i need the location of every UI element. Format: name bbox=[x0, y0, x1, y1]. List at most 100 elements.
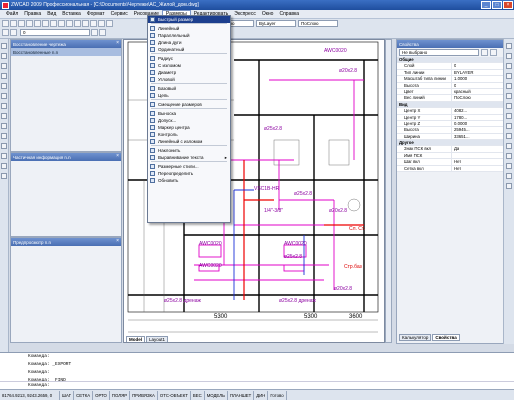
polar-toggle[interactable]: ПОЛЯР bbox=[110, 390, 131, 400]
property-value[interactable]: Нет bbox=[452, 159, 461, 164]
ortho-toggle[interactable]: ОРТО bbox=[93, 390, 110, 400]
menu-window[interactable]: Окно bbox=[259, 11, 277, 17]
extend-icon[interactable] bbox=[506, 143, 512, 149]
circle-icon[interactable] bbox=[1, 73, 7, 79]
explode-icon[interactable] bbox=[506, 183, 512, 189]
close-icon[interactable]: × bbox=[116, 40, 119, 46]
drawing-scrollbar[interactable] bbox=[385, 39, 392, 343]
menu-item[interactable]: Выравнивание текста ▸ bbox=[148, 154, 230, 161]
layer-manager-icon[interactable] bbox=[2, 29, 9, 36]
tab-layout1[interactable]: Layout1 bbox=[146, 336, 169, 342]
offset-icon[interactable] bbox=[506, 73, 512, 79]
maximize-button[interactable]: □ bbox=[492, 1, 502, 9]
hatch-icon[interactable] bbox=[1, 143, 7, 149]
linetype-combo[interactable]: ByLayer bbox=[256, 20, 296, 27]
menu-item[interactable]: Быстрый размер bbox=[148, 16, 230, 23]
property-value[interactable]: ПоСлою bbox=[452, 95, 471, 100]
menu-item[interactable]: Контроль bbox=[148, 131, 230, 138]
spline-icon[interactable] bbox=[1, 103, 7, 109]
quick-select-icon[interactable] bbox=[481, 49, 488, 56]
property-row[interactable]: Сетка вкл Нет bbox=[397, 165, 513, 173]
command-input[interactable]: Команда: bbox=[0, 381, 514, 389]
menu-item[interactable]: С изломом bbox=[148, 62, 230, 69]
dyn-toggle[interactable]: ДИН bbox=[254, 390, 269, 400]
stretch-icon[interactable] bbox=[506, 123, 512, 129]
mtext-icon[interactable] bbox=[1, 173, 7, 179]
text-icon[interactable] bbox=[1, 163, 7, 169]
close-icon[interactable]: × bbox=[116, 153, 119, 159]
fillet-icon[interactable] bbox=[506, 173, 512, 179]
scale-icon[interactable] bbox=[506, 113, 512, 119]
menu-item[interactable]: Линейный bbox=[148, 25, 230, 32]
pan-icon[interactable] bbox=[74, 20, 81, 27]
snap-toggle[interactable]: ШАГ bbox=[60, 390, 75, 400]
menu-view[interactable]: Вид bbox=[44, 11, 59, 17]
property-value[interactable]: 4082... bbox=[452, 108, 467, 113]
tab-properties[interactable]: Свойства bbox=[432, 334, 460, 341]
polygon-icon[interactable] bbox=[1, 93, 7, 99]
property-value[interactable]: BYLAYER bbox=[452, 70, 474, 75]
layer-state-icon[interactable] bbox=[10, 29, 17, 36]
move-icon[interactable] bbox=[506, 93, 512, 99]
array-icon[interactable] bbox=[506, 83, 512, 89]
open-icon[interactable] bbox=[10, 20, 17, 27]
region-icon[interactable] bbox=[1, 153, 7, 159]
close-icon[interactable]: × bbox=[116, 238, 119, 244]
model-toggle[interactable]: МОДЕЛЬ bbox=[205, 390, 228, 400]
property-value[interactable]: 25945... bbox=[452, 127, 470, 132]
lineweight-toggle[interactable]: ВЕС bbox=[191, 390, 205, 400]
undo-icon[interactable] bbox=[58, 20, 65, 27]
tab-calculator[interactable]: Калькулятор bbox=[399, 334, 432, 341]
save-icon[interactable] bbox=[18, 20, 25, 27]
zoom-icon[interactable] bbox=[82, 20, 89, 27]
paste-icon[interactable] bbox=[50, 20, 57, 27]
break-icon[interactable] bbox=[506, 153, 512, 159]
polyline-icon[interactable] bbox=[1, 53, 7, 59]
menu-item[interactable]: Смещение размеров bbox=[148, 101, 230, 108]
property-value[interactable]: 0 bbox=[452, 83, 456, 88]
arc-icon[interactable] bbox=[1, 63, 7, 69]
property-value[interactable]: 0.0000 bbox=[452, 121, 467, 126]
minimize-button[interactable]: _ bbox=[481, 1, 491, 9]
menu-item[interactable]: Параллельный bbox=[148, 32, 230, 39]
mirror-icon[interactable] bbox=[506, 63, 512, 69]
rectangle-icon[interactable] bbox=[1, 83, 7, 89]
property-value[interactable]: 1.0000 bbox=[452, 76, 467, 81]
new-icon[interactable] bbox=[2, 20, 9, 27]
menu-item[interactable]: Длина дуги bbox=[148, 39, 230, 46]
menu-file[interactable]: Файл bbox=[3, 11, 21, 17]
menu-insert[interactable]: Вставка bbox=[59, 11, 84, 17]
menu-help[interactable]: Справка bbox=[276, 11, 302, 17]
print-icon[interactable] bbox=[26, 20, 33, 27]
menu-item[interactable]: Угловой bbox=[148, 76, 230, 83]
menu-item[interactable]: Базовый bbox=[148, 85, 230, 92]
menu-item[interactable]: Линейный с изломом bbox=[148, 138, 230, 145]
ellipse-icon[interactable] bbox=[1, 113, 7, 119]
tablet-toggle[interactable]: ПЛАНШЕТ bbox=[228, 390, 255, 400]
close-button[interactable]: × bbox=[503, 1, 513, 9]
menu-item[interactable]: Цепь bbox=[148, 92, 230, 99]
properties-icon[interactable] bbox=[98, 20, 105, 27]
menu-item[interactable]: Ординатный bbox=[148, 46, 230, 53]
osnap-toggle[interactable]: ПРИВЯЗКА bbox=[130, 390, 158, 400]
rotate-icon[interactable] bbox=[506, 103, 512, 109]
property-value[interactable]: Нет bbox=[452, 166, 461, 171]
menu-express[interactable]: Экспресс bbox=[231, 11, 259, 17]
property-value[interactable]: 0 bbox=[452, 63, 456, 68]
lineweight-combo[interactable]: ПоСлою bbox=[298, 20, 338, 27]
trim-icon[interactable] bbox=[506, 133, 512, 139]
menu-item[interactable]: Переопределить bbox=[148, 170, 230, 177]
block-icon[interactable] bbox=[1, 123, 7, 129]
menu-item[interactable]: Выноска bbox=[148, 110, 230, 117]
point-icon[interactable] bbox=[1, 133, 7, 139]
copy-icon[interactable] bbox=[42, 20, 49, 27]
chamfer-icon[interactable] bbox=[506, 163, 512, 169]
property-value[interactable]: 33651... bbox=[452, 134, 470, 139]
property-value[interactable] bbox=[452, 153, 454, 158]
property-value[interactable]: красный bbox=[452, 89, 471, 94]
redo-icon[interactable] bbox=[66, 20, 73, 27]
menu-item[interactable]: Наклонить bbox=[148, 147, 230, 154]
property-value[interactable]: Да bbox=[452, 146, 459, 151]
menu-item[interactable]: Радиус bbox=[148, 55, 230, 62]
design-center-icon[interactable] bbox=[106, 20, 113, 27]
